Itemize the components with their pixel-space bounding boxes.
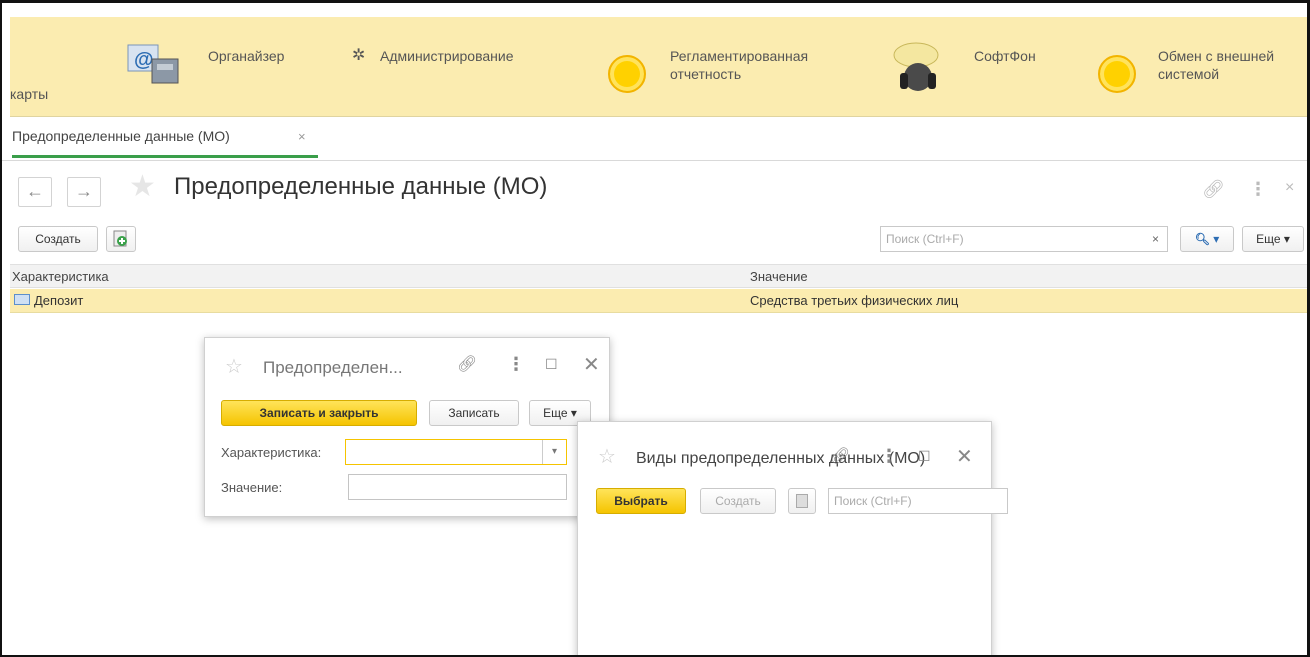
- forward-arrow-icon[interactable]: →: [67, 177, 101, 207]
- search-placeholder: Поиск (Ctrl+F): [886, 232, 964, 246]
- row-item-icon: [14, 294, 30, 305]
- section-organizer[interactable]: Органайзер: [208, 47, 284, 65]
- screenshot-frame: карты @ Органайзер ✲ Администрирование Р…: [0, 0, 1310, 657]
- maximize-icon[interactable]: ☐: [918, 448, 931, 465]
- table-header: Характеристика Значение: [10, 264, 1307, 288]
- edit-dialog: ☆ Предопределен... 🔗︎ ⋮ ☐ ✕ Записать и з…: [204, 337, 610, 517]
- cell-characteristic: Депозит: [34, 293, 84, 308]
- column-characteristic[interactable]: Характеристика: [12, 269, 109, 284]
- close-icon[interactable]: ✕: [956, 444, 973, 469]
- search-icon: 🔍︎ ▾: [1194, 232, 1220, 246]
- search-placeholder: Поиск (Ctrl+F): [834, 494, 912, 508]
- tab-active-indicator: [12, 155, 318, 158]
- section-exchange-line1: Обмен с внешней: [1158, 48, 1275, 64]
- dropdown-arrow-icon[interactable]: ▾: [542, 440, 566, 464]
- section-exchange[interactable]: Обмен с внешней системой: [1158, 47, 1274, 83]
- maximize-icon[interactable]: ☐: [545, 356, 558, 373]
- organizer-icon: @: [127, 44, 179, 84]
- section-cards[interactable]: карты: [10, 85, 48, 103]
- back-arrow-icon[interactable]: ←: [18, 177, 52, 207]
- copy-add-icon: [113, 230, 127, 247]
- create-button[interactable]: Создать: [18, 226, 98, 252]
- save-and-close-button[interactable]: Записать и закрыть: [221, 400, 417, 426]
- more-button[interactable]: Еще ▾: [1242, 226, 1304, 252]
- more-vertical-icon[interactable]: ⋮: [507, 354, 525, 375]
- star-icon[interactable]: ☆: [225, 354, 243, 379]
- column-value[interactable]: Значение: [750, 269, 808, 284]
- section-exchange-line2: системой: [1158, 66, 1220, 82]
- section-regulated-reporting[interactable]: Регламентированная отчетность: [670, 47, 808, 83]
- tab-close-icon[interactable]: ×: [298, 129, 306, 144]
- exchange-icon: [1098, 55, 1136, 93]
- link-icon-2[interactable]: 🔗︎: [830, 446, 850, 466]
- search-button[interactable]: 🔍︎ ▾: [1180, 226, 1234, 252]
- star-icon[interactable]: ☆: [598, 444, 616, 469]
- regulated-reporting-icon: [608, 55, 646, 93]
- search-input[interactable]: Поиск (Ctrl+F): [828, 488, 1008, 514]
- value-label: Значение:: [221, 480, 283, 495]
- svg-text:@: @: [134, 49, 154, 71]
- link-icon[interactable]: 🔗︎: [457, 354, 477, 374]
- more-vertical-icon[interactable]: ⋮: [1249, 179, 1267, 200]
- star-icon[interactable]: ★: [129, 169, 156, 204]
- create-copy-button[interactable]: [106, 226, 136, 252]
- save-button[interactable]: Записать: [429, 400, 519, 426]
- characteristic-label: Характеристика:: [221, 445, 322, 460]
- tab-predefined-data[interactable]: Предопределенные данные (МО): [12, 128, 230, 144]
- softphone-icon: [893, 42, 939, 91]
- close-icon[interactable]: ×: [1285, 179, 1294, 197]
- search-input[interactable]: Поиск (Ctrl+F) ×: [880, 226, 1168, 252]
- create-copy-button[interactable]: [788, 488, 816, 514]
- choose-dialog: ☆ Виды предопределенных данных (МО) 🔗︎ ⋮…: [577, 421, 1008, 655]
- page-title: Предопределенные данные (МО): [174, 173, 548, 200]
- characteristic-field[interactable]: ▾: [345, 439, 567, 465]
- copy-icon: [796, 494, 808, 508]
- table-row[interactable]: Депозит Средства третьих физических лиц: [10, 289, 1307, 313]
- create-button[interactable]: Создать: [700, 488, 776, 514]
- cell-value: Средства третьих физических лиц: [750, 293, 959, 308]
- close-icon[interactable]: ✕: [583, 352, 600, 377]
- search-clear-icon[interactable]: ×: [1152, 227, 1159, 251]
- tab-bar: Предопределенные данные (МО) ×: [2, 117, 1307, 161]
- value-field[interactable]: [348, 474, 567, 500]
- section-regulated-reporting-line2: отчетность: [670, 66, 742, 82]
- edit-dialog-title: Предопределен...: [263, 358, 403, 377]
- section-administration[interactable]: Администрирование: [380, 47, 514, 65]
- link-icon[interactable]: 🔗︎: [1202, 179, 1225, 200]
- sections-panel: карты @ Органайзер ✲ Администрирование Р…: [10, 17, 1307, 117]
- select-button[interactable]: Выбрать: [596, 488, 686, 514]
- section-regulated-reporting-line1: Регламентированная: [670, 48, 809, 64]
- gear-icon: ✲: [352, 47, 366, 64]
- more-vertical-icon[interactable]: ⋮: [880, 446, 898, 467]
- section-softphone[interactable]: СофтФон: [974, 47, 1036, 65]
